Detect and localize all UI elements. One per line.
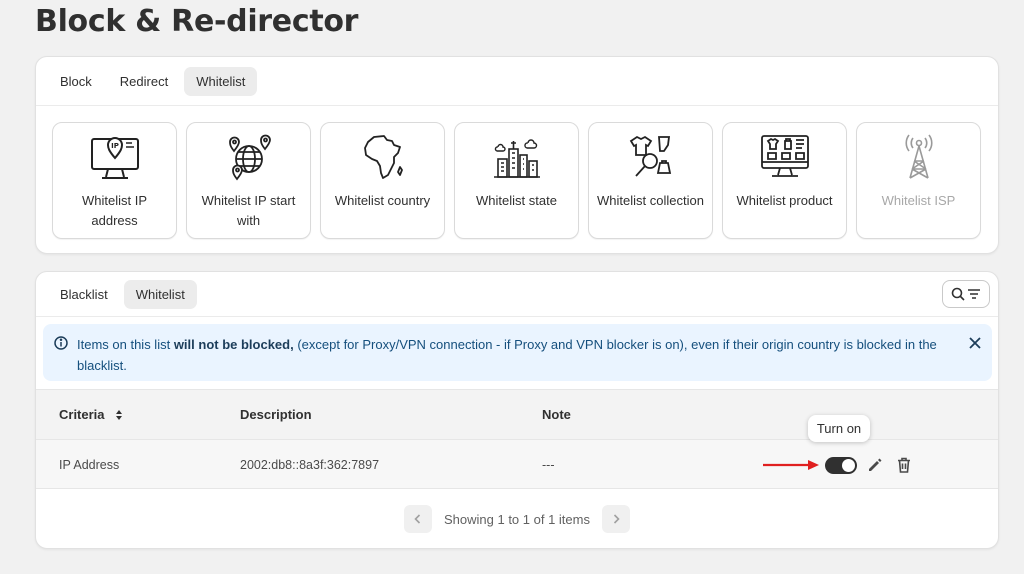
tile-label: Whitelist country — [334, 193, 431, 208]
column-criteria-label: Criteria — [59, 407, 105, 422]
radio-tower-icon — [904, 134, 933, 179]
cell-criteria: IP Address — [59, 458, 120, 472]
banner-text-start: Items on this list — [77, 337, 174, 352]
tile-whitelist-product[interactable]: Whitelist product — [722, 122, 847, 239]
clothes-magnifier-icon — [629, 135, 671, 177]
svg-text:IP: IP — [111, 142, 119, 150]
top-tabs: Block Redirect Whitelist — [48, 67, 258, 96]
tabs-divider — [36, 105, 998, 106]
tile-label: Whitelist collection — [597, 193, 704, 208]
table-row: IP Address 2002:db8::8a3f:362:7897 --- — [36, 439, 998, 489]
whitelist-tiles: IP Whitelist IP address Whitelist IP sta… — [52, 122, 981, 239]
tile-label: Whitelist state — [476, 193, 557, 208]
cell-note: --- — [542, 458, 555, 472]
globe-pins-icon — [228, 134, 271, 181]
tile-whitelist-ip-start-with[interactable]: Whitelist IP start with — [186, 122, 311, 239]
status-toggle[interactable] — [825, 457, 857, 474]
banner-close-button[interactable] — [968, 336, 982, 355]
banner-text-bold: will not be blocked, — [173, 337, 294, 352]
pagination-text: Showing 1 to 1 of 1 items — [444, 511, 590, 527]
tab-blacklist[interactable]: Blacklist — [48, 280, 120, 309]
tab-redirect[interactable]: Redirect — [108, 67, 180, 96]
whitelist-type-card: Block Redirect Whitelist IP Whitelist IP… — [35, 56, 999, 254]
tab-whitelist[interactable]: Whitelist — [184, 67, 258, 96]
column-note: Note — [542, 407, 571, 422]
pagination: Showing 1 to 1 of 1 items — [36, 505, 998, 533]
column-description: Description — [240, 407, 312, 422]
page-title: Block & Re-director — [35, 4, 359, 39]
tile-label: Whitelist ISP — [881, 193, 956, 208]
sort-icon — [115, 409, 122, 420]
chevron-right-icon — [613, 514, 620, 524]
tab-block[interactable]: Block — [48, 67, 104, 96]
monitor-products-icon — [760, 135, 809, 177]
africa-map-icon — [363, 135, 403, 179]
tile-label: Whitelist IP address — [81, 193, 147, 228]
search-filter-button[interactable] — [942, 280, 990, 308]
tile-whitelist-ip-address[interactable]: IP Whitelist IP address — [52, 122, 177, 239]
tab-list-whitelist[interactable]: Whitelist — [123, 280, 197, 309]
tile-whitelist-state[interactable]: Whitelist state — [454, 122, 579, 239]
chevron-left-icon — [414, 514, 421, 524]
city-skyline-icon — [493, 139, 540, 178]
tile-whitelist-isp[interactable]: Whitelist ISP — [856, 122, 981, 239]
previous-page-button[interactable] — [404, 505, 432, 533]
tile-label: Whitelist IP start with — [201, 193, 296, 228]
trash-icon[interactable] — [895, 456, 913, 474]
cell-description: 2002:db8::8a3f:362:7897 — [240, 458, 380, 472]
edit-icon[interactable] — [866, 456, 884, 474]
search-icon — [951, 287, 965, 301]
list-tabs-divider — [36, 316, 998, 317]
monitor-ip-icon: IP — [90, 137, 139, 179]
info-banner: Items on this list will not be blocked, … — [43, 324, 992, 381]
tile-whitelist-collection[interactable]: Whitelist collection — [588, 122, 713, 239]
column-criteria[interactable]: Criteria — [59, 407, 123, 422]
next-page-button[interactable] — [601, 505, 630, 533]
close-icon — [969, 337, 981, 349]
filter-icon — [968, 289, 980, 299]
list-tabs: Blacklist Whitelist — [48, 280, 197, 309]
annotation-arrow-icon — [763, 460, 819, 470]
tile-label: Whitelist product — [736, 193, 833, 208]
tooltip: Turn on — [808, 415, 870, 442]
info-icon — [54, 336, 68, 350]
whitelist-list-card: Blacklist Whitelist Items on this list w… — [35, 271, 999, 549]
banner-text: Items on this list will not be blocked, … — [77, 334, 957, 376]
tile-whitelist-country[interactable]: Whitelist country — [320, 122, 445, 239]
